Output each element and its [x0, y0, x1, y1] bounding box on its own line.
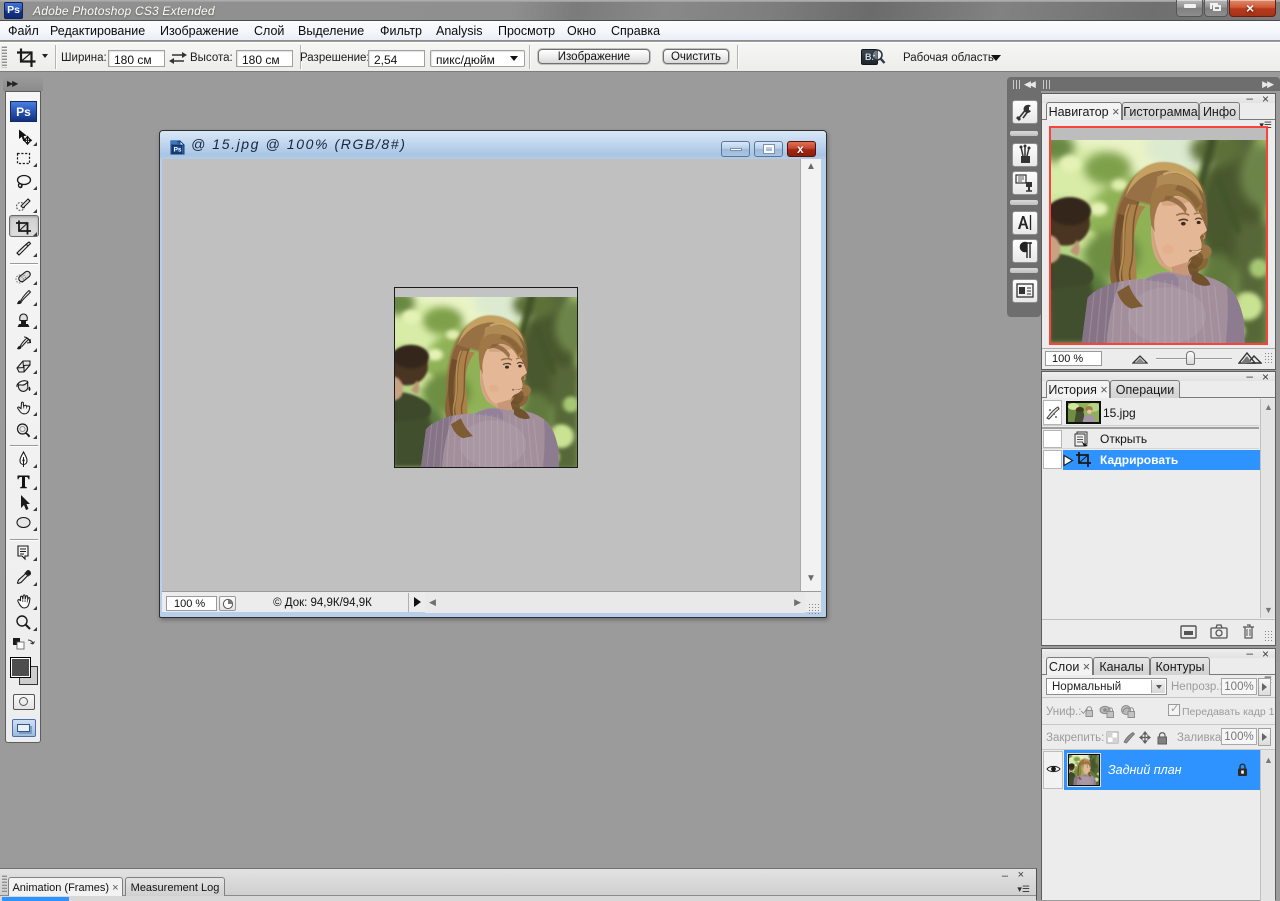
svg-text:Ps: Ps — [174, 147, 182, 154]
